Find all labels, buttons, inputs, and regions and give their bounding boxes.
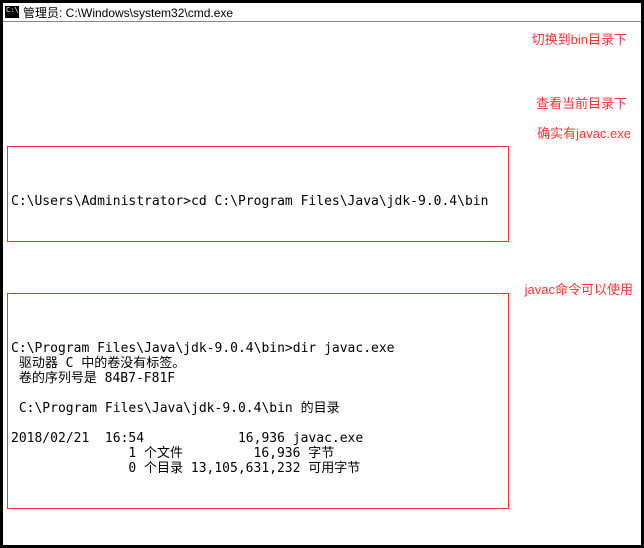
annotation-javac-usable: javac命令可以使用 — [525, 282, 633, 297]
annotation-confirm-javac: 确实有javac.exe — [537, 126, 631, 141]
cmd-output-cd: C:\Users\Administrator>cd C:\Program Fil… — [11, 179, 505, 209]
annotation-switch-dir: 切换到bin目录下 — [532, 32, 627, 47]
window-title: 管理员: C:\Windows\system32\cmd.exe — [23, 4, 233, 21]
window-frame: 管理员: C:\Windows\system32\cmd.exe 切换到bin目… — [0, 0, 644, 548]
cmd-icon — [5, 6, 19, 18]
annotation-check-dir: 查看当前目录下 — [536, 96, 627, 111]
output-box-cd: C:\Users\Administrator>cd C:\Program Fil… — [7, 146, 509, 242]
cmd-output-dir: C:\Program Files\Java\jdk-9.0.4\bin>dir … — [11, 326, 505, 476]
titlebar[interactable]: 管理员: C:\Windows\system32\cmd.exe — [3, 3, 641, 22]
output-box-dir: C:\Program Files\Java\jdk-9.0.4\bin>dir … — [7, 293, 509, 509]
terminal-viewport[interactable]: 切换到bin目录下 查看当前目录下 确实有javac.exe javac命令可以… — [3, 22, 641, 545]
